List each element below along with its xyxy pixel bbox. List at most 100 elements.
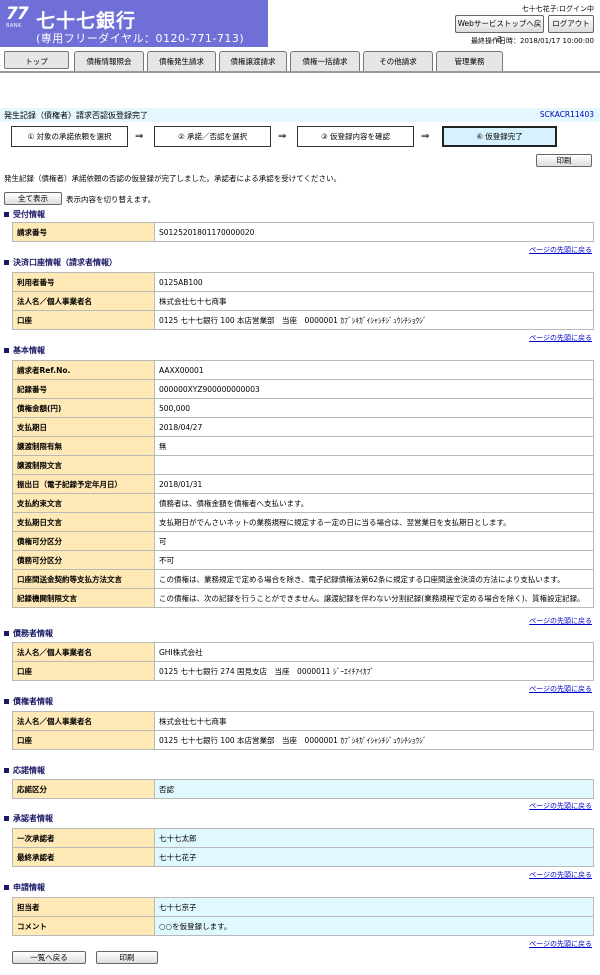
row-label: 法人名／個人事業者名: [12, 642, 155, 662]
row-label: 譲渡制限有無: [12, 436, 155, 456]
row-label: 債務可分区分: [12, 550, 155, 570]
row-label: 口座: [12, 310, 155, 330]
table-row: 記録番号 000000XYZ900000000003: [12, 379, 594, 399]
row-label: 最終承認者: [12, 847, 155, 867]
row-value: 七十七太郎: [154, 828, 594, 848]
row-label: 記録番号: [12, 379, 155, 399]
row-label: 口座間送金契約等支払方法文言: [12, 569, 155, 589]
section-response-heading: 応諾情報: [4, 765, 45, 776]
table-row: 譲渡制限文言: [12, 455, 594, 475]
print-button[interactable]: 印刷: [536, 154, 592, 167]
step-3: ③ 仮登録内容を確認: [297, 126, 414, 147]
tab-bond-issue[interactable]: 債権発生請求: [147, 51, 216, 71]
table-row: コメント ○○を仮登録します。: [12, 916, 594, 936]
show-all-button[interactable]: 全て表示: [4, 192, 62, 205]
step-arrow-icon: ⇒: [278, 131, 287, 142]
table-row: 担当者 七十七京子: [12, 897, 594, 917]
row-value: 株式会社七十七商事: [154, 291, 594, 311]
back-to-list-button[interactable]: 一覧へ戻る: [12, 951, 86, 964]
step-2: ② 承諾／否認を選択: [154, 126, 271, 147]
row-label: 担当者: [12, 897, 155, 917]
response-type-value: 否認: [154, 779, 594, 799]
row-label: 支払期日: [12, 417, 155, 437]
approver-info-table: 一次承認者 七十七太郎 最終承認者 七十七花子: [12, 828, 594, 867]
debtor-info-table: 法人名／個人事業者名 GHI株式会社 口座 0125 七十七銀行 274 国見支店 …: [12, 642, 594, 681]
row-value: 可: [154, 531, 594, 551]
row-value: 支払期日がでんさいネットの業務規程に規定する一定の日に当る場合は、翌営業日を支払…: [154, 512, 594, 532]
table-row: 債権可分区分可: [12, 531, 594, 551]
row-value: GHI株式会社: [154, 642, 594, 662]
last-operation-time: 最終操作日時：2018/01/17 10:00:00: [470, 37, 594, 45]
row-value: 0125 七十七銀行 100 本店営業部 当座 0000001 ｶﾌﾞｼｷｶﾞｲ…: [154, 310, 594, 330]
table-row: 支払期日 2018/04/27: [12, 417, 594, 437]
web-service-top-button[interactable]: Webサービストップへ戻る: [455, 15, 544, 44]
section-basic-heading: 基本情報: [4, 345, 45, 356]
bank-header-banner: 77 BANK 七十七銀行 (専用フリーダイヤル：0120-771-713): [0, 0, 268, 47]
row-value: 2018/04/27: [154, 417, 594, 437]
row-value: AAXX00001: [154, 360, 594, 380]
table-row: 法人名／個人事業者名 GHI株式会社: [12, 642, 594, 662]
row-label: 振出日（電子記録予定年月日）: [12, 474, 155, 494]
table-row: 口座 0125 七十七銀行 100 本店営業部 当座 0000001 ｶﾌﾞｼｷｶ…: [12, 730, 594, 750]
table-row: 債務可分区分 不可: [12, 550, 594, 570]
table-row: 記録機関制限文言 この債権は、次の記録を行うことができません。譲渡記録を伴わない分…: [12, 588, 594, 608]
step-1: ① 対象の承諾依頼を選択: [11, 126, 128, 147]
table-row: 最終承認者 七十七花子: [12, 847, 594, 867]
bottom-print-button[interactable]: 印刷: [96, 951, 158, 964]
row-label: 口座: [12, 730, 155, 750]
page-title-bar: 発生記録（債権者）請求否認仮登録完了 SCKACR11403: [0, 108, 600, 122]
back-to-top-link[interactable]: ページの先頭に戻る: [529, 245, 592, 255]
row-label: 請求番号: [12, 222, 155, 242]
row-label: 債権金額(円): [12, 398, 155, 418]
logout-button[interactable]: ログアウト: [548, 15, 594, 33]
tab-bond-transfer[interactable]: 債権譲渡請求: [219, 51, 287, 71]
table-row: 一次承認者 七十七太郎: [12, 828, 594, 848]
row-label: 法人名／個人事業者名: [12, 291, 155, 311]
row-label: 口座: [12, 661, 155, 681]
row-label: 記録機関制限文言: [12, 588, 155, 608]
back-to-top-link[interactable]: ページの先頭に戻る: [529, 939, 592, 949]
tab-bond-batch[interactable]: 債権一括請求: [290, 51, 360, 71]
step-arrow-icon: ⇒: [421, 131, 430, 142]
table-row: 口座間送金契約等支払方法文言 この債権は、業務規定で定める場合を除き、電子記録債権…: [12, 569, 594, 589]
screen-id: SCKACR11403: [539, 110, 594, 119]
back-to-top-link[interactable]: ページの先頭に戻る: [529, 870, 592, 880]
row-label: 支払約束文言: [12, 493, 155, 513]
logo-number: 77: [6, 4, 29, 24]
table-row: 支払約束文言 債務者は、債権金額を債権者へ支払います。: [12, 493, 594, 513]
tab-admin[interactable]: 管理業務: [436, 51, 503, 71]
row-label: 一次承認者: [12, 828, 155, 848]
page-title: 発生記録（債権者）請求否認仮登録完了: [4, 111, 148, 120]
back-to-top-link[interactable]: ページの先頭に戻る: [529, 684, 592, 694]
tab-top[interactable]: トップ: [4, 51, 69, 69]
section-approver-heading: 承認者情報: [4, 813, 53, 824]
table-row: 振出日（電子記録予定年月日） 2018/01/31: [12, 474, 594, 494]
show-all-note: 表示内容を切り替えます。: [66, 195, 156, 204]
back-to-top-link[interactable]: ページの先頭に戻る: [529, 616, 592, 626]
back-to-top-link[interactable]: ページの先頭に戻る: [529, 333, 592, 343]
row-label: 支払期日文言: [12, 512, 155, 532]
row-value: 0125AB100: [154, 272, 594, 292]
bank-name: 七十七銀行: [36, 10, 137, 32]
row-value: 七十七花子: [154, 847, 594, 867]
table-row: 請求者Ref.No. AAXX00001: [12, 360, 594, 380]
row-label: 譲渡制限文言: [12, 455, 155, 475]
row-label: 請求者Ref.No.: [12, 360, 155, 380]
section-receipt-heading: 受付情報: [4, 209, 45, 220]
tab-bond-inquiry[interactable]: 債権情報照会: [74, 51, 144, 71]
receipt-info-table: 請求番号 S0125201801170000020: [12, 222, 594, 242]
row-label: 利用者番号: [12, 272, 155, 292]
tab-other-requests[interactable]: その他請求: [363, 51, 433, 71]
section-settlement-heading: 決済口座情報（請求者情報）: [4, 257, 117, 268]
row-value: 七十七京子: [154, 897, 594, 917]
row-value: [154, 455, 594, 475]
row-value: 0125 七十七銀行 274 国見支店 当座 0000011 ｼﾞｰｴｲﾁｱｲｶ…: [154, 661, 594, 681]
bank-dial-number: (専用フリーダイヤル：0120-771-713): [36, 32, 245, 45]
step-4-current: ④ 仮登録完了: [442, 126, 557, 147]
response-info-table: 応諾区分 否認: [12, 779, 594, 799]
completion-message: 発生記録（債権者）承諾依頼の否認の仮登録が完了しました。承認者による承認を受けて…: [4, 174, 342, 183]
row-value: ○○を仮登録します。: [154, 916, 594, 936]
row-value: 000000XYZ900000000003: [154, 379, 594, 399]
back-to-top-link[interactable]: ページの先頭に戻る: [529, 801, 592, 811]
row-label: コメント: [12, 916, 155, 936]
